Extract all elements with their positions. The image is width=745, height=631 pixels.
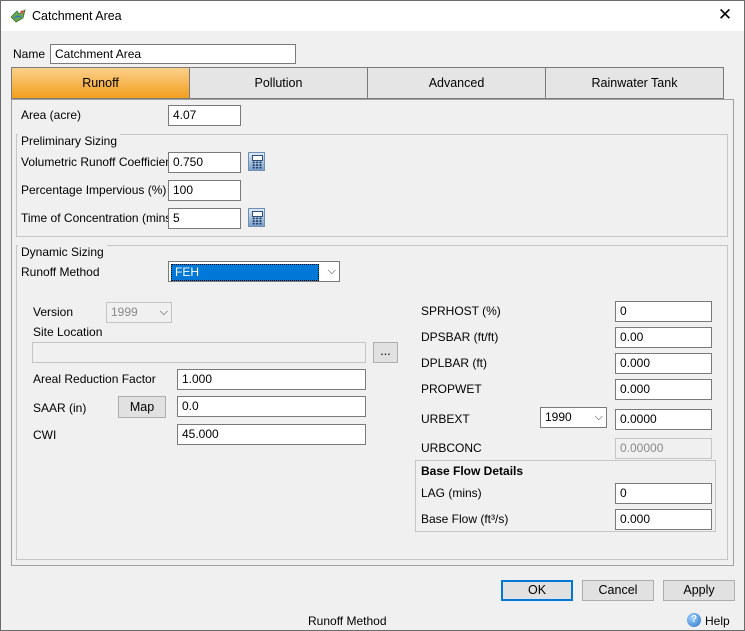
- catchment-area-dialog: Catchment Area ✕ Name Catchment Area Run…: [0, 0, 745, 631]
- urbext-label: URBEXT: [421, 412, 470, 426]
- site-location-input: [32, 342, 366, 363]
- apply-button[interactable]: Apply: [663, 580, 735, 601]
- help-link[interactable]: Help: [705, 614, 730, 628]
- base-flow-label: Base Flow (ft³/s): [421, 512, 509, 526]
- dpsbar-input[interactable]: 0.00: [615, 327, 712, 348]
- sprhost-label: SPRHOST (%): [421, 304, 501, 318]
- chevron-down-icon: ⌵: [159, 306, 168, 318]
- tab-runoff[interactable]: Runoff: [12, 68, 189, 98]
- runoff-coefficient-label: Volumetric Runoff Coefficient: [21, 155, 176, 169]
- chevron-down-icon: ⌵: [327, 265, 336, 277]
- area-input[interactable]: 4.07: [168, 105, 241, 126]
- cwi-input[interactable]: 45.000: [177, 424, 366, 445]
- calculator-icon[interactable]: [248, 208, 265, 227]
- name-input[interactable]: Catchment Area: [50, 44, 296, 64]
- help-icon[interactable]: ?: [687, 613, 701, 627]
- cancel-button[interactable]: Cancel: [582, 580, 654, 601]
- map-button[interactable]: Map: [118, 396, 166, 418]
- tab-strip: Runoff Pollution Advanced Rainwater Tank: [11, 67, 724, 99]
- base-flow-details-legend: Base Flow Details: [421, 464, 524, 478]
- site-location-browse-button[interactable]: ...: [373, 342, 398, 363]
- preliminary-sizing-legend: Preliminary Sizing: [18, 134, 121, 148]
- urbext-input[interactable]: 0.0000: [615, 409, 712, 430]
- time-of-concentration-label: Time of Concentration (mins): [21, 211, 176, 225]
- percentage-impervious-label: Percentage Impervious (%): [21, 183, 167, 197]
- urbext-year-select[interactable]: 1990 ⌵: [540, 407, 607, 428]
- window-title: Catchment Area: [32, 9, 122, 23]
- ok-button[interactable]: OK: [501, 580, 573, 601]
- lag-input[interactable]: 0: [615, 483, 712, 504]
- propwet-label: PROPWET: [421, 382, 482, 396]
- version-label: Version: [33, 305, 74, 319]
- runoff-method-value: FEH: [171, 264, 319, 281]
- areal-reduction-factor-label: Areal Reduction Factor: [33, 372, 156, 386]
- calculator-icon[interactable]: [248, 152, 265, 171]
- cwi-label: CWI: [33, 428, 57, 442]
- time-of-concentration-input[interactable]: 5: [168, 208, 241, 229]
- name-label: Name: [13, 47, 46, 61]
- site-location-label: Site Location: [33, 325, 103, 339]
- sprhost-input[interactable]: 0: [615, 301, 712, 322]
- area-label: Area (acre): [21, 108, 82, 122]
- saar-label: SAAR (in): [33, 401, 87, 415]
- urbconc-input: 0.00000: [615, 438, 712, 459]
- urbconc-label: URBCONC: [421, 441, 482, 455]
- urbext-year-value: 1990: [545, 410, 572, 424]
- dplbar-label: DPLBAR (ft): [421, 356, 488, 370]
- runoff-coefficient-input[interactable]: 0.750: [168, 152, 241, 173]
- catchment-app-icon: [10, 9, 26, 23]
- version-select: 1999 ⌵: [106, 302, 172, 323]
- base-flow-input[interactable]: 0.000: [615, 509, 712, 530]
- runoff-method-select[interactable]: FEH ⌵: [168, 261, 340, 282]
- title-bar: Catchment Area ✕: [1, 1, 744, 31]
- status-text: Runoff Method: [308, 614, 387, 628]
- percentage-impervious-input[interactable]: 100: [168, 180, 241, 201]
- propwet-input[interactable]: 0.000: [615, 379, 712, 400]
- saar-input[interactable]: 0.0: [177, 396, 366, 417]
- lag-label: LAG (mins): [421, 486, 482, 500]
- dplbar-input[interactable]: 0.000: [615, 353, 712, 374]
- areal-reduction-factor-input[interactable]: 1.000: [177, 369, 366, 390]
- dpsbar-label: DPSBAR (ft/ft): [421, 330, 499, 344]
- dynamic-sizing-legend: Dynamic Sizing: [18, 245, 107, 259]
- runoff-method-label: Runoff Method: [21, 265, 100, 279]
- tab-advanced[interactable]: Advanced: [367, 68, 545, 98]
- tab-pollution[interactable]: Pollution: [189, 68, 367, 98]
- close-icon[interactable]: ✕: [715, 5, 735, 25]
- tab-rainwater-tank[interactable]: Rainwater Tank: [545, 68, 723, 98]
- chevron-down-icon: ⌵: [594, 411, 603, 423]
- version-value: 1999: [111, 305, 138, 319]
